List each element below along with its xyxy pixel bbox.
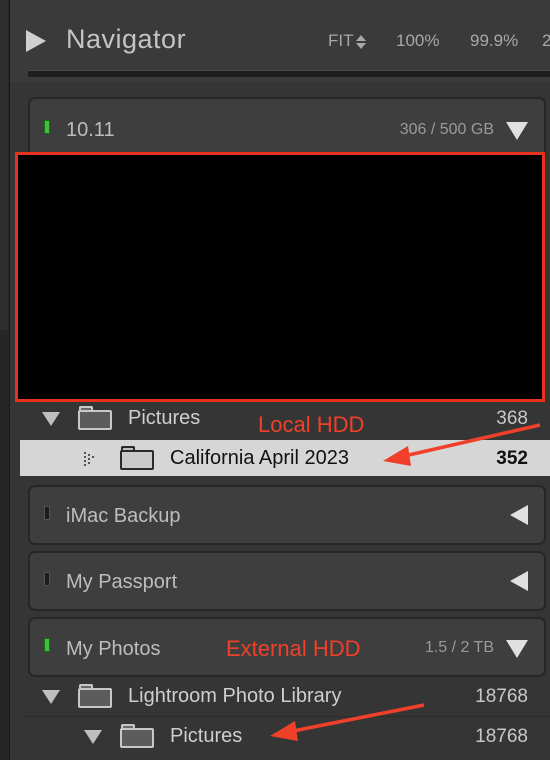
folder-name: California April 2023	[170, 447, 349, 469]
volume-header-imac-backup[interactable]: iMac Backup	[28, 485, 546, 545]
expand-triangle-icon[interactable]	[506, 122, 528, 140]
folder-name: Pictures	[128, 407, 201, 429]
volume-name: iMac Backup	[66, 505, 181, 527]
folder-icon	[78, 406, 112, 430]
folder-count: 18768	[475, 726, 528, 747]
folder-row-pictures-external[interactable]: Pictures 18768	[20, 718, 550, 756]
folder-row-california-april-2023[interactable]: California April 2023 352	[20, 440, 550, 476]
volume-size: 1.5 / 2 TB	[424, 639, 494, 656]
zoom-fit-option[interactable]: FIT	[328, 31, 366, 51]
folder-count: 18768	[475, 686, 528, 707]
disclosure-triangle-icon[interactable]	[84, 730, 102, 744]
volume-name: My Passport	[66, 571, 178, 593]
zoom-100-option[interactable]: 100%	[396, 31, 439, 51]
folder-name: Pictures	[170, 725, 243, 747]
annotation-external-hdd: External HDD	[226, 636, 361, 661]
folder-count: 368	[496, 408, 528, 429]
redacted-area	[15, 152, 545, 402]
zoom-fit-label: FIT	[328, 31, 354, 50]
volume-name: 10.11	[66, 119, 115, 141]
collapsed-triangle-icon[interactable]	[510, 571, 528, 591]
volume-header-my-passport[interactable]: My Passport	[28, 551, 546, 611]
volume-status-led	[44, 506, 50, 520]
navigator-preview-divider	[28, 70, 550, 77]
collapsed-triangle-icon[interactable]	[510, 505, 528, 525]
volume-status-led	[44, 120, 50, 134]
folder-name: Lightroom Photo Library	[128, 685, 342, 707]
navigator-title: Navigator	[66, 24, 187, 54]
disclosure-triangle-icon[interactable]	[42, 690, 60, 704]
expand-triangle-icon[interactable]	[506, 640, 528, 658]
folder-count: 352	[496, 448, 528, 469]
folder-row-lightroom-photo-library[interactable]: Lightroom Photo Library 18768	[20, 678, 550, 716]
collapse-triangle-icon[interactable]	[26, 30, 46, 52]
annotation-local-hdd: Local HDD	[258, 412, 365, 437]
left-frame-edge	[0, 0, 10, 760]
folder-icon	[120, 446, 154, 470]
volume-name: My Photos	[66, 638, 161, 660]
disclosure-triangle-icon[interactable]	[42, 412, 60, 426]
volume-status-led	[44, 572, 50, 586]
updown-arrows-icon	[355, 34, 366, 50]
navigator-header[interactable]: Navigator FIT 100% 99.9% 2:	[10, 0, 550, 82]
folder-icon	[78, 684, 112, 708]
zoom-ratio-option[interactable]: 2:	[542, 31, 550, 51]
volume-size: 306 / 500 GB	[399, 121, 494, 138]
left-frame-strip	[0, 0, 8, 330]
subfolder-dots-icon	[84, 452, 98, 466]
folder-icon	[120, 724, 154, 748]
zoom-999-option[interactable]: 99.9%	[470, 31, 518, 51]
row-divider	[20, 716, 550, 717]
volume-status-led	[44, 638, 50, 652]
volume-header-10-11[interactable]: 10.11 306 / 500 GB	[28, 97, 546, 159]
